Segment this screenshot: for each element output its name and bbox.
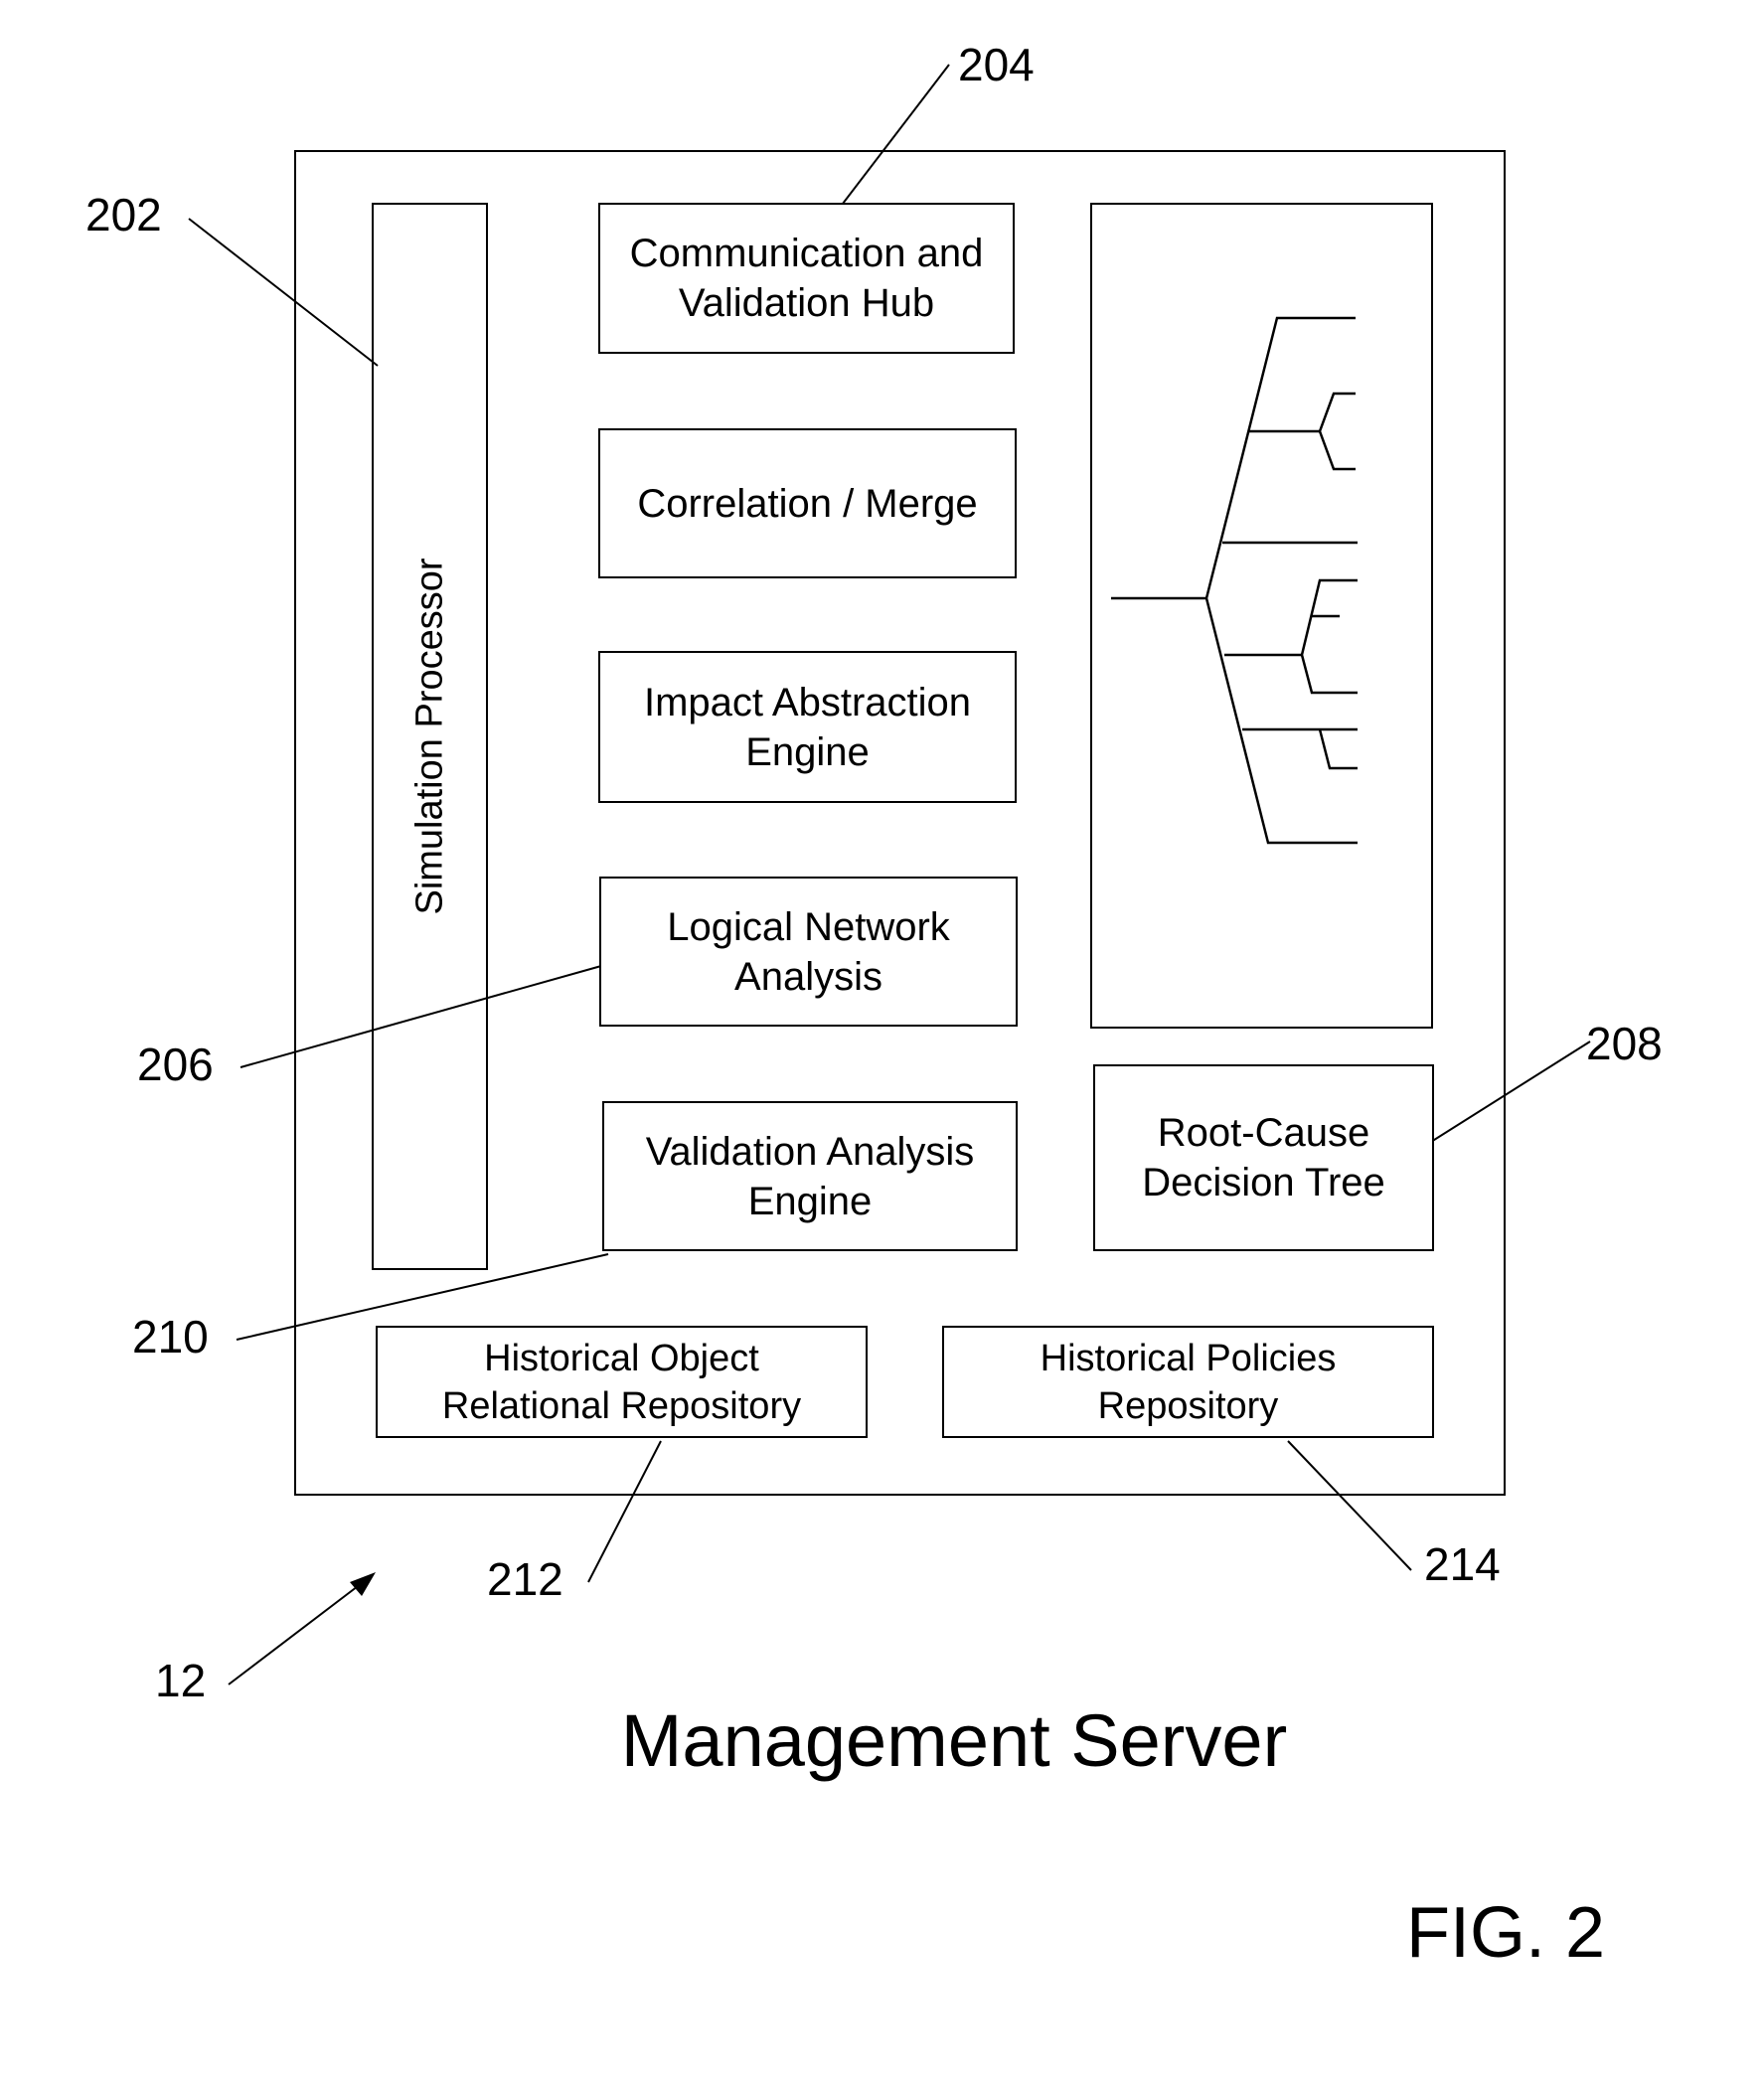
historical-policies-box: Historical Policies Repository [942, 1326, 1434, 1438]
simulation-processor-label: Simulation Processor [408, 558, 450, 915]
ref-12: 12 [155, 1655, 207, 1706]
figure-label: FIG. 2 [1406, 1893, 1606, 1973]
root-cause-label: Root-Cause Decision Tree [1142, 1111, 1385, 1204]
ref-210: 210 [132, 1311, 209, 1362]
ref-214: 214 [1424, 1538, 1501, 1590]
correlation-merge-label: Correlation / Merge [637, 481, 978, 526]
ref-204: 204 [958, 39, 1035, 90]
correlation-merge-box: Correlation / Merge [598, 428, 1017, 578]
historical-object-label: Historical Object Relational Repository [441, 1337, 802, 1427]
impact-abstraction-label: Impact Abstraction Engine [643, 680, 972, 774]
validation-analysis-box: Validation Analysis Engine [602, 1101, 1018, 1251]
validation-analysis-label: Validation Analysis Engine [645, 1129, 975, 1223]
arrow-12-shaft [228, 1579, 367, 1685]
arrow-12-head [350, 1572, 376, 1596]
ref-208: 208 [1586, 1018, 1663, 1069]
historical-object-box: Historical Object Relational Repository [376, 1326, 868, 1438]
impact-abstraction-box: Impact Abstraction Engine [598, 651, 1017, 803]
logical-network-label: Logical Network Analysis [667, 904, 950, 999]
logical-network-box: Logical Network Analysis [599, 877, 1018, 1027]
figure-title: Management Server [620, 1699, 1288, 1782]
communication-hub-box: Communication and Validation Hub [598, 203, 1015, 354]
communication-hub-label: Communication and Validation Hub [629, 232, 984, 325]
ref-206: 206 [137, 1039, 214, 1090]
ref-212: 212 [487, 1553, 563, 1605]
ref-202: 202 [85, 189, 162, 240]
root-cause-box: Root-Cause Decision Tree [1093, 1064, 1434, 1251]
decision-tree-graphic-box [1090, 203, 1433, 1029]
historical-policies-label: Historical Policies Repository [1040, 1337, 1337, 1427]
simulation-processor-box: Simulation Processor [372, 203, 488, 1270]
